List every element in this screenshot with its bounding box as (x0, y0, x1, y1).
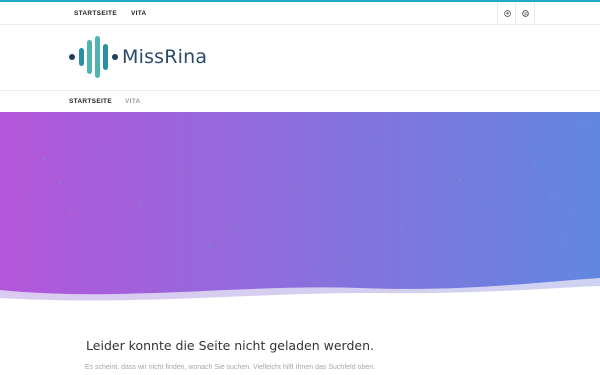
top-navigation: STARTSEITE VITA (0, 2, 600, 25)
site-logo[interactable]: MissRina (68, 35, 207, 79)
mainnav-item-vita[interactable]: VITA (125, 98, 141, 105)
logo-text: MissRina (122, 46, 208, 68)
main-navigation: STARTSEITE VITA (0, 91, 600, 113)
error-message: Es scheint, dass wir nicht finden, wonac… (84, 364, 376, 371)
site-header: MissRina (0, 25, 600, 91)
hero-banner (0, 112, 600, 302)
dribbble-link[interactable] (515, 2, 535, 24)
dribbble-icon (521, 9, 529, 17)
topnav-item-startseite[interactable]: STARTSEITE (74, 10, 117, 17)
error-content: Leider konnte die Seite nicht geladen we… (0, 302, 600, 375)
logo-sound-wave-icon (68, 35, 120, 79)
hero-background (0, 112, 600, 302)
github-link[interactable] (497, 2, 516, 24)
mainnav-item-startseite[interactable]: STARTSEITE (69, 98, 112, 105)
topnav-item-vita[interactable]: VITA (131, 10, 147, 17)
github-icon (503, 9, 511, 17)
error-title: Leider konnte die Seite nicht geladen we… (86, 338, 374, 354)
